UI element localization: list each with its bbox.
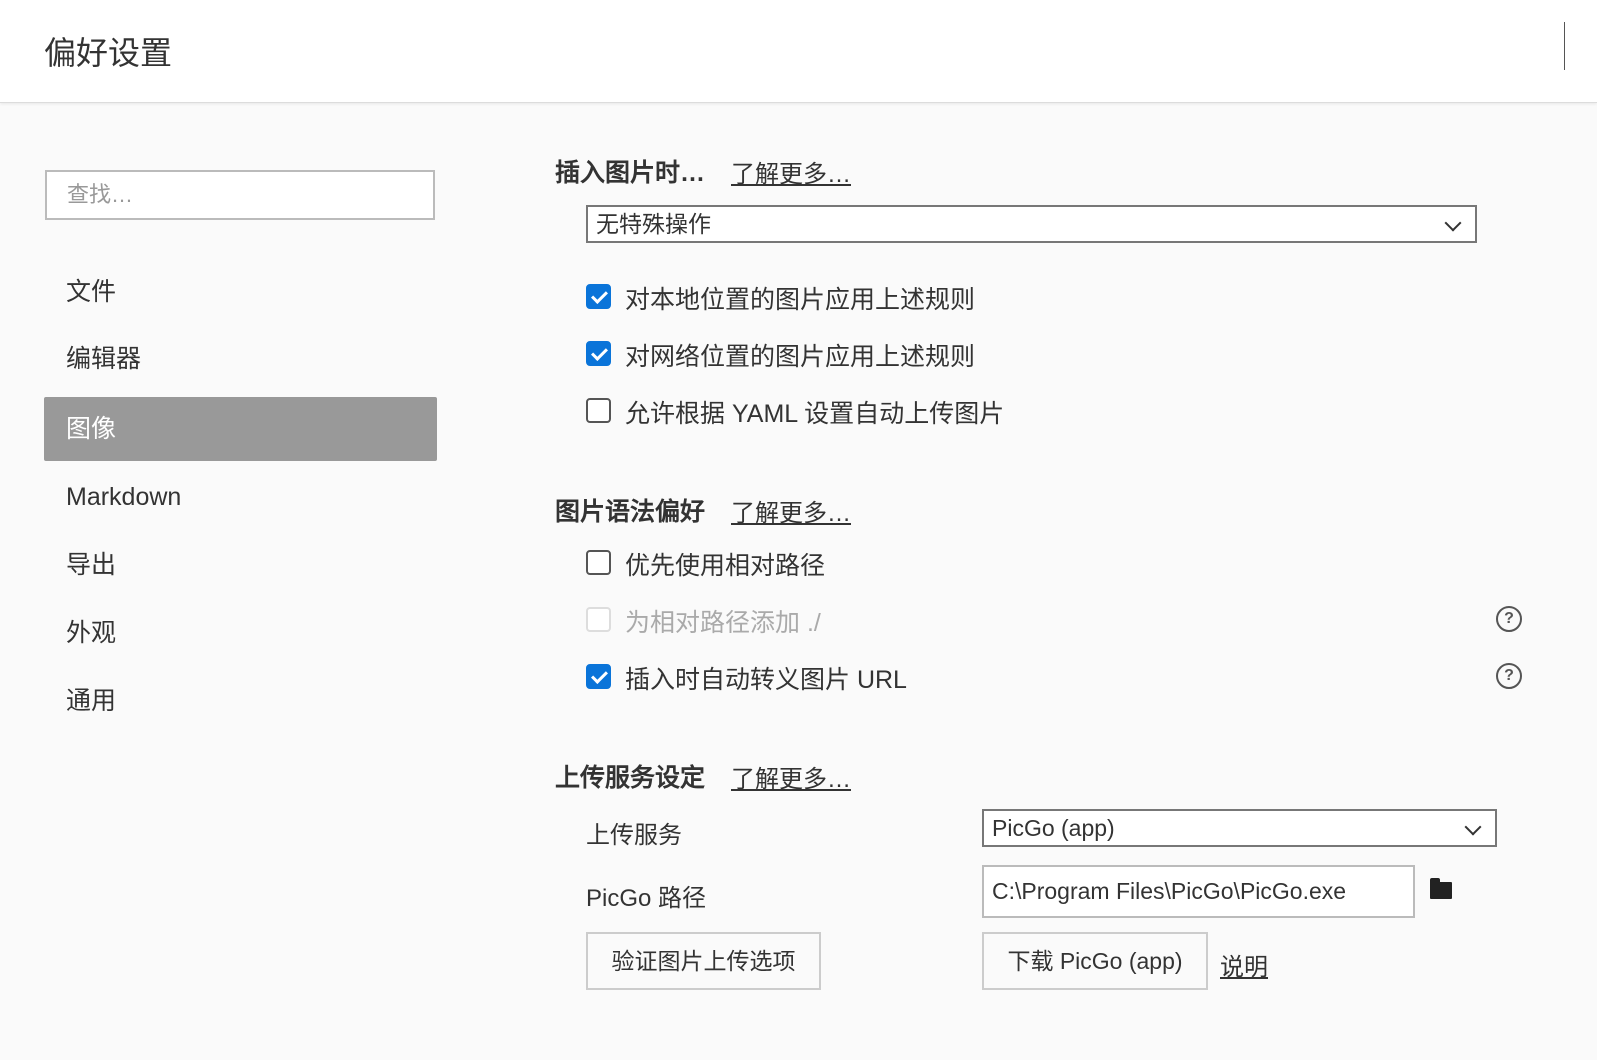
sidebar-item-general[interactable]: 通用 bbox=[44, 669, 437, 733]
question-circle-icon[interactable]: ? bbox=[1496, 663, 1522, 689]
checkbox-escape-url[interactable] bbox=[586, 664, 611, 689]
sidebar-item-markdown[interactable]: Markdown bbox=[44, 465, 437, 529]
option-label: 插入时自动转义图片 URL bbox=[625, 666, 907, 694]
insert-section-title: 插入图片时… bbox=[555, 159, 706, 187]
sidebar-item-image[interactable]: 图像 bbox=[44, 397, 437, 461]
option-label: 优先使用相对路径 bbox=[625, 552, 826, 580]
insert-learn-more-link[interactable]: 了解更多… bbox=[731, 154, 851, 189]
title-bar: 偏好设置 bbox=[0, 0, 1597, 103]
chevron-down-icon bbox=[1464, 818, 1482, 836]
checkbox-relative-path[interactable] bbox=[586, 550, 611, 575]
picgo-path-label: PicGo 路径 bbox=[586, 885, 707, 912]
download-picgo-button[interactable]: 下载 PicGo (app) bbox=[982, 932, 1208, 990]
upload-service-select[interactable]: PicGo (app) bbox=[982, 809, 1497, 847]
sidebar-item-appearance[interactable]: 外观 bbox=[44, 601, 437, 665]
sidebar-item-editor[interactable]: 编辑器 bbox=[44, 327, 437, 391]
insert-action-value: 无特殊操作 bbox=[596, 211, 711, 237]
picgo-path-input[interactable]: C:\Program Files\PicGo\PicGo.exe bbox=[982, 865, 1415, 918]
syntax-section-title: 图片语法偏好 bbox=[555, 498, 706, 526]
checkbox-local-images[interactable] bbox=[586, 284, 611, 309]
verify-upload-button[interactable]: 验证图片上传选项 bbox=[586, 932, 821, 990]
header-divider bbox=[1564, 22, 1565, 70]
sidebar-item-export[interactable]: 导出 bbox=[44, 533, 437, 597]
chevron-down-icon bbox=[1444, 214, 1462, 232]
question-circle-icon[interactable]: ? bbox=[1496, 606, 1522, 632]
insert-action-select[interactable]: 无特殊操作 bbox=[586, 205, 1477, 243]
option-label: 对网络位置的图片应用上述规则 bbox=[625, 343, 976, 371]
option-label: 为相对路径添加 ./ bbox=[625, 609, 821, 637]
instructions-link[interactable]: 说明 bbox=[1220, 947, 1268, 982]
upload-learn-more-link[interactable]: 了解更多… bbox=[731, 759, 851, 794]
checkbox-network-images[interactable] bbox=[586, 341, 611, 366]
checkbox-yaml-upload[interactable] bbox=[586, 398, 611, 423]
option-label: 允许根据 YAML 设置自动上传图片 bbox=[625, 400, 1005, 428]
upload-section-title: 上传服务设定 bbox=[555, 764, 706, 792]
folder-icon[interactable] bbox=[1430, 878, 1452, 899]
upload-service-value: PicGo (app) bbox=[992, 815, 1115, 841]
search-input[interactable] bbox=[45, 170, 435, 220]
checkbox-add-dot-slash bbox=[586, 607, 611, 632]
syntax-learn-more-link[interactable]: 了解更多… bbox=[731, 493, 851, 528]
window-title: 偏好设置 bbox=[44, 35, 173, 71]
option-label: 对本地位置的图片应用上述规则 bbox=[625, 286, 976, 314]
sidebar-item-files[interactable]: 文件 bbox=[44, 260, 437, 324]
upload-service-label: 上传服务 bbox=[586, 822, 682, 849]
